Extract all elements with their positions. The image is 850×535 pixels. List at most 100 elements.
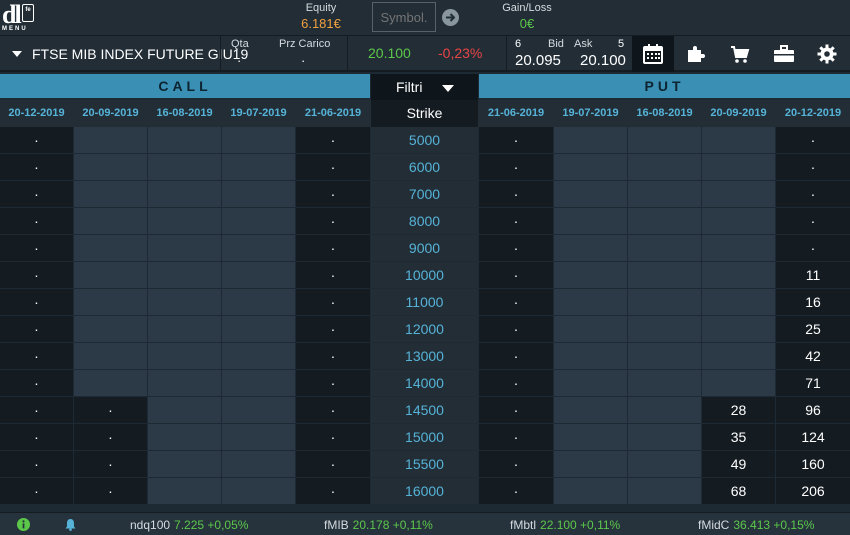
- info-icon[interactable]: [17, 518, 30, 531]
- put-option-price-cell[interactable]: 49: [702, 451, 775, 477]
- call-option-price-cell: [148, 397, 221, 423]
- call-option-price-cell[interactable]: ·: [0, 478, 73, 504]
- cart-button[interactable]: [719, 36, 761, 72]
- put-option-price-cell[interactable]: ·: [479, 208, 553, 234]
- put-option-price-cell[interactable]: ·: [776, 127, 850, 153]
- ticker-item[interactable]: fMbtl 22.100 +0,11%: [510, 518, 620, 532]
- put-option-price-cell[interactable]: ·: [479, 370, 553, 396]
- call-option-price-cell[interactable]: ·: [296, 262, 370, 288]
- portfolio-button[interactable]: [762, 36, 804, 72]
- status-bar: ndq100 7.225 +0,05% fMIB 20.178 +0,11% fMb…: [0, 512, 850, 535]
- put-option-price-cell[interactable]: ·: [479, 397, 553, 423]
- call-option-price-cell[interactable]: ·: [0, 181, 73, 207]
- put-option-price-cell[interactable]: 68: [702, 478, 775, 504]
- put-option-price-cell[interactable]: ·: [479, 478, 553, 504]
- put-expiry-date[interactable]: 21-06-2019: [479, 100, 553, 127]
- ticker-item[interactable]: fMIB 20.178 +0,11%: [324, 518, 433, 532]
- call-option-price-cell[interactable]: ·: [296, 208, 370, 234]
- bell-icon[interactable]: [64, 518, 77, 531]
- put-option-price-cell[interactable]: ·: [479, 127, 553, 153]
- put-option-price-cell[interactable]: 160: [776, 451, 850, 477]
- put-option-price-cell[interactable]: ·: [776, 181, 850, 207]
- ticker-value: 36.413 +0,15%: [733, 518, 815, 532]
- strategy-button[interactable]: [675, 36, 717, 72]
- call-option-price-cell[interactable]: ·: [0, 208, 73, 234]
- table-row: · · 14000 · 71: [0, 370, 850, 397]
- call-option-price-cell[interactable]: ·: [296, 154, 370, 180]
- menu-logo-button[interactable]: dl fe MENU: [2, 0, 38, 34]
- call-option-price-cell[interactable]: ·: [296, 289, 370, 315]
- call-option-price-cell[interactable]: ·: [296, 127, 370, 153]
- call-option-price-cell[interactable]: ·: [0, 289, 73, 315]
- put-option-price-cell[interactable]: 124: [776, 424, 850, 450]
- call-option-price-cell[interactable]: ·: [0, 370, 73, 396]
- ask-price[interactable]: 20.100: [580, 52, 626, 69]
- put-option-price-cell[interactable]: 206: [776, 478, 850, 504]
- put-option-price-cell[interactable]: ·: [479, 451, 553, 477]
- put-option-price-cell[interactable]: 25: [776, 316, 850, 342]
- call-option-price-cell[interactable]: ·: [296, 370, 370, 396]
- put-option-price-cell[interactable]: ·: [479, 262, 553, 288]
- call-option-price-cell[interactable]: ·: [0, 343, 73, 369]
- strike-price-cell: 8000: [371, 208, 478, 234]
- call-expiry-date[interactable]: 16-08-2019: [148, 100, 221, 127]
- call-option-price-cell[interactable]: ·: [74, 478, 147, 504]
- call-option-price-cell[interactable]: ·: [74, 451, 147, 477]
- call-option-price-cell[interactable]: ·: [0, 397, 73, 423]
- instrument-selector[interactable]: FTSE MIB INDEX FUTURE GIU19: [0, 36, 248, 72]
- call-option-price-cell[interactable]: ·: [0, 262, 73, 288]
- put-option-price-cell[interactable]: 11: [776, 262, 850, 288]
- call-option-price-cell[interactable]: ·: [296, 235, 370, 261]
- bid-price[interactable]: 20.095: [515, 52, 561, 69]
- put-option-price-cell[interactable]: ·: [776, 235, 850, 261]
- put-option-price-cell[interactable]: ·: [479, 316, 553, 342]
- table-row: · · · 15500 · 49 160: [0, 451, 850, 478]
- calendar-button[interactable]: [632, 36, 674, 72]
- put-option-price-cell[interactable]: ·: [776, 154, 850, 180]
- settings-button[interactable]: [806, 36, 848, 72]
- call-option-price-cell[interactable]: ·: [296, 181, 370, 207]
- call-option-price-cell[interactable]: ·: [0, 451, 73, 477]
- call-option-price-cell[interactable]: ·: [74, 397, 147, 423]
- call-expiry-date[interactable]: 19-07-2019: [222, 100, 295, 127]
- put-option-price-cell[interactable]: ·: [479, 181, 553, 207]
- put-option-price-cell[interactable]: 28: [702, 397, 775, 423]
- put-option-price-cell[interactable]: 35: [702, 424, 775, 450]
- put-option-price-cell[interactable]: ·: [776, 208, 850, 234]
- call-expiry-date[interactable]: 20-09-2019: [74, 100, 147, 127]
- put-option-price-cell[interactable]: ·: [479, 154, 553, 180]
- go-arrow-button[interactable]: [442, 9, 459, 26]
- call-option-price-cell[interactable]: ·: [296, 451, 370, 477]
- filters-dropdown[interactable]: Filtri: [371, 74, 478, 100]
- call-option-price-cell[interactable]: ·: [0, 424, 73, 450]
- call-option-price-cell[interactable]: ·: [296, 424, 370, 450]
- ticker-item[interactable]: ndq100 7.225 +0,05%: [130, 518, 248, 532]
- put-expiry-date[interactable]: 19-07-2019: [554, 100, 627, 127]
- put-option-price-cell[interactable]: 42: [776, 343, 850, 369]
- put-option-price-cell[interactable]: ·: [479, 424, 553, 450]
- call-option-price-cell: [222, 181, 295, 207]
- call-option-price-cell[interactable]: ·: [296, 397, 370, 423]
- put-expiry-date[interactable]: 16-08-2019: [628, 100, 701, 127]
- put-option-price-cell[interactable]: ·: [479, 343, 553, 369]
- call-option-price-cell[interactable]: ·: [296, 316, 370, 342]
- call-option-price-cell[interactable]: ·: [0, 235, 73, 261]
- put-expiry-date[interactable]: 20-12-2019: [776, 100, 850, 127]
- put-option-price-cell[interactable]: 71: [776, 370, 850, 396]
- call-expiry-date[interactable]: 20-12-2019: [0, 100, 73, 127]
- put-option-price-cell[interactable]: ·: [479, 235, 553, 261]
- call-option-price-cell[interactable]: ·: [74, 424, 147, 450]
- call-option-price-cell[interactable]: ·: [0, 154, 73, 180]
- put-option-price-cell[interactable]: 16: [776, 289, 850, 315]
- call-option-price-cell: [74, 262, 147, 288]
- put-expiry-date[interactable]: 20-09-2019: [702, 100, 775, 127]
- put-option-price-cell[interactable]: 96: [776, 397, 850, 423]
- call-option-price-cell[interactable]: ·: [0, 127, 73, 153]
- ticker-item[interactable]: fMidC 36.413 +0,15%: [698, 518, 814, 532]
- call-option-price-cell[interactable]: ·: [296, 478, 370, 504]
- call-option-price-cell[interactable]: ·: [296, 343, 370, 369]
- put-option-price-cell[interactable]: ·: [479, 289, 553, 315]
- symbol-input[interactable]: [372, 2, 436, 32]
- call-option-price-cell[interactable]: ·: [0, 316, 73, 342]
- call-expiry-date[interactable]: 21-06-2019: [296, 100, 370, 127]
